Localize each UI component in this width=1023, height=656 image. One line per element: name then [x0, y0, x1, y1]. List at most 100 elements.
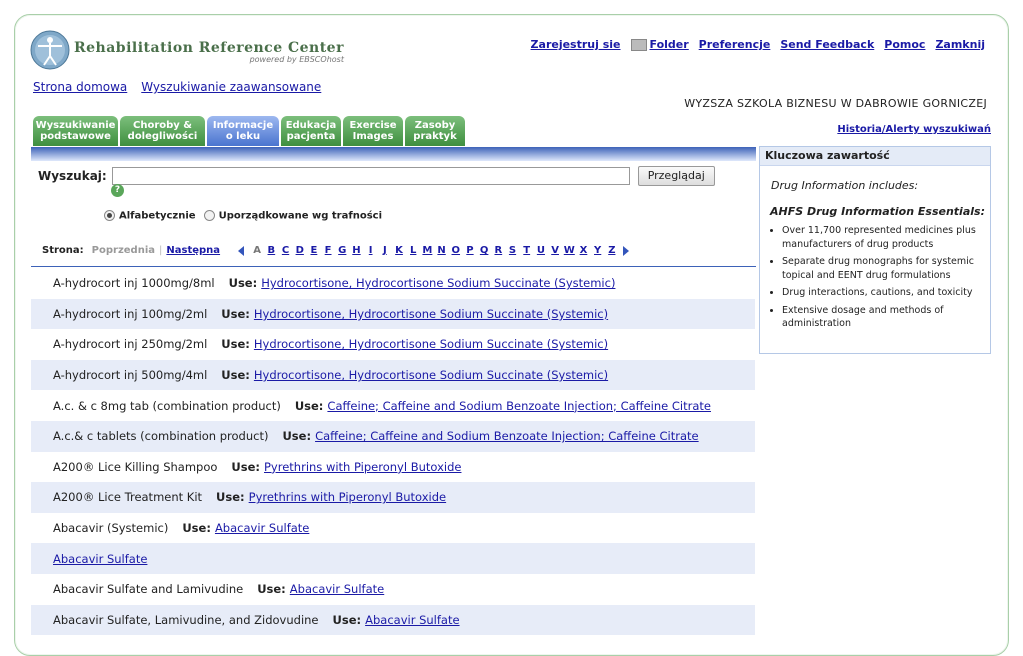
letter-l[interactable]: L — [406, 245, 420, 256]
letter-r[interactable]: R — [491, 245, 505, 256]
vitruvian-man-icon — [30, 30, 70, 70]
drug-name: A.c. & c 8mg tab (combination product) — [53, 398, 281, 413]
logo-subtitle: powered by EBSCOhost — [249, 55, 344, 64]
monograph-link[interactable]: Abacavir Sulfate — [290, 582, 384, 596]
drug-name: A-hydrocort inj 500mg/4ml — [53, 368, 208, 383]
folder-label: Folder — [649, 38, 689, 51]
letter-o[interactable]: O — [449, 245, 463, 256]
monograph-link[interactable]: Hydrocortisone, Hydrocortisone Sodium Su… — [261, 276, 615, 290]
result-row: A-hydrocort inj 250mg/2ml Use: Hydrocortis… — [31, 329, 755, 360]
letter-y[interactable]: Y — [591, 245, 605, 256]
radio-alphabetical-control[interactable] — [104, 210, 115, 221]
drug-name: A.c.& c tablets (combination product) — [53, 429, 269, 444]
logo-title: Rehabilitation Reference Center — [74, 40, 344, 56]
letter-i[interactable]: I — [364, 245, 378, 256]
monograph-link[interactable]: Hydrocortisone, Hydrocortisone Sodium Su… — [254, 307, 608, 321]
register-link[interactable]: Zarejestruj sie — [531, 38, 621, 51]
letter-x[interactable]: X — [576, 245, 590, 256]
radio-relevance[interactable]: Uporządkowane wg trafności — [203, 210, 383, 222]
pager-separator: | — [159, 245, 163, 256]
letter-s[interactable]: S — [505, 245, 519, 256]
result-row: A.c.& c tablets (combination product) Use… — [31, 420, 755, 452]
help-icon[interactable]: ? — [111, 184, 124, 197]
letter-q[interactable]: Q — [477, 245, 491, 256]
letter-k[interactable]: K — [392, 245, 406, 256]
browse-button[interactable]: Przeglądaj — [637, 166, 715, 186]
use-label: Use: — [221, 306, 250, 321]
letter-f[interactable]: F — [321, 245, 335, 256]
letter-m[interactable]: M — [420, 245, 434, 256]
monograph-link[interactable]: Caffeine; Caffeine and Sodium Benzoate I… — [327, 399, 711, 413]
monograph-link[interactable]: Abacavir Sulfate — [365, 613, 459, 627]
letter-e[interactable]: E — [307, 245, 321, 256]
advanced-search-link[interactable]: Wyszukiwanie zaawansowane — [141, 80, 321, 94]
drug-name: Abacavir (Systemic) — [53, 521, 169, 536]
drug-name: A200® Lice Treatment Kit — [53, 490, 203, 505]
search-label: Wyszukaj: — [38, 169, 107, 183]
letter-b[interactable]: B — [264, 245, 278, 256]
monograph-link[interactable]: Abacavir Sulfate — [215, 521, 309, 535]
folder-icon — [630, 38, 647, 51]
radio-alphabetical-label: Alfabetycznie — [119, 210, 196, 222]
tab-patient-education[interactable]: Edukacja pacjenta — [281, 116, 341, 146]
arrow-left-icon[interactable] — [238, 245, 245, 256]
key-content-subheading: AHFS Drug Information Essentials: — [770, 205, 985, 218]
use-label: Use: — [332, 612, 362, 627]
letter-z[interactable]: Z — [605, 245, 619, 256]
send-feedback-link[interactable]: Send Feedback — [780, 38, 874, 51]
result-row: Abacavir Sulfate — [31, 543, 755, 574]
close-link[interactable]: Zamknij — [935, 38, 985, 51]
letter-j[interactable]: J — [378, 245, 392, 256]
radio-relevance-control[interactable] — [203, 210, 215, 221]
letter-d[interactable]: D — [293, 245, 307, 256]
letter-n[interactable]: N — [435, 245, 449, 256]
search-header-bar — [31, 147, 756, 161]
radio-relevance-label: Uporządkowane wg trafności — [218, 210, 383, 222]
letter-v[interactable]: V — [548, 245, 562, 256]
monograph-link[interactable]: Pyrethrins with Piperonyl Butoxide — [249, 490, 446, 504]
previous-page: Poprzednia — [91, 245, 156, 256]
tab-drug-information[interactable]: Informacje o leku — [207, 116, 279, 146]
tab-bar: Wyszukiwanie podstawowe Choroby & dolegl… — [33, 116, 465, 146]
letter-c[interactable]: C — [278, 245, 292, 256]
arrow-right-icon[interactable] — [622, 245, 629, 256]
tab-exercise-images[interactable]: Exercise Images — [343, 116, 403, 146]
letter-h[interactable]: H — [349, 245, 363, 256]
letter-t[interactable]: T — [520, 245, 534, 256]
help-link[interactable]: Pomoc — [884, 38, 925, 51]
preferences-link[interactable]: Preferencje — [699, 38, 771, 51]
key-content-intro: Drug Information includes: — [771, 179, 919, 192]
monograph-link[interactable]: Hydrocortisone, Hydrocortisone Sodium Su… — [254, 368, 608, 382]
tab-practice-resources[interactable]: Zasoby praktyk — [405, 116, 465, 146]
home-link[interactable]: Strona domowa — [33, 80, 127, 94]
folder-link[interactable]: Folder — [630, 38, 689, 51]
tab-diseases-conditions[interactable]: Choroby & dolegliwości — [120, 116, 205, 146]
results-divider — [31, 266, 756, 267]
use-label: Use: — [294, 398, 324, 413]
drug-name: Abacavir Sulfate and Lamivudine — [53, 582, 244, 597]
letter-p[interactable]: P — [463, 245, 477, 256]
monograph-link[interactable]: Hydrocortisone, Hydrocortisone Sodium Su… — [254, 337, 608, 351]
result-row: A-hydrocort inj 100mg/2ml Use: Hydrocortis… — [31, 298, 755, 330]
result-row: A-hydrocort inj 1000mg/8ml Use: Hydrocorti… — [31, 268, 755, 299]
monograph-link[interactable]: Abacavir Sulfate — [53, 552, 147, 566]
use-label: Use: — [182, 521, 211, 536]
letter-u[interactable]: U — [534, 245, 548, 256]
next-page-link[interactable]: Następna — [166, 245, 220, 256]
use-label: Use: — [282, 429, 312, 444]
letter-g[interactable]: G — [335, 245, 349, 256]
key-content-item: Extensive dosage and methods of administ… — [782, 304, 984, 331]
tab-basic-search[interactable]: Wyszukiwanie podstawowe — [33, 116, 118, 146]
logo[interactable]: Rehabilitation Reference Center powered … — [30, 30, 344, 70]
history-alerts-link[interactable]: Historia/Alerty wyszukiwań — [837, 124, 991, 135]
letter-w[interactable]: W — [562, 245, 576, 256]
key-content-heading: Kluczowa zawartość — [760, 147, 990, 166]
monograph-link[interactable]: Caffeine; Caffeine and Sodium Benzoate I… — [315, 429, 699, 443]
monograph-link[interactable]: Pyrethrins with Piperonyl Butoxide — [264, 460, 461, 474]
key-content-list: Over 11,700 represented medicines plus m… — [760, 224, 990, 331]
search-input[interactable] — [111, 167, 630, 185]
use-label: Use: — [257, 582, 286, 597]
radio-alphabetical[interactable]: Alfabetycznie — [104, 210, 196, 222]
result-row: A200® Lice Killing Shampoo Use: Pyrethrins… — [31, 452, 755, 483]
pager: Strona: Poprzednia | Następna ABCDEFGHIJ… — [42, 245, 629, 256]
